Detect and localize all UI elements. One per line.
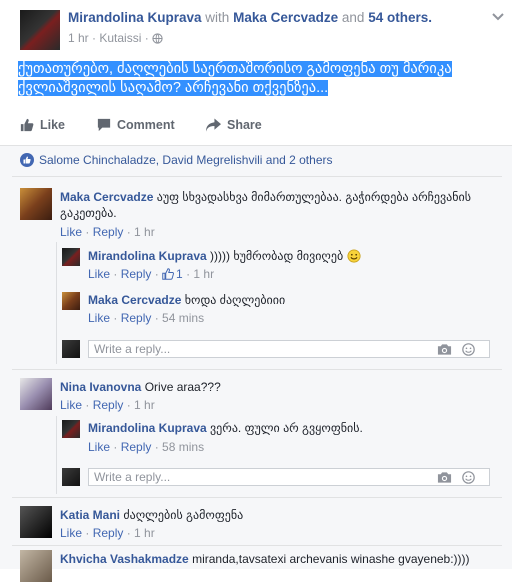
commenter-name[interactable]: Maka Cercvadze	[60, 190, 153, 204]
like-link[interactable]: Like	[60, 225, 82, 239]
comment-icon	[97, 118, 111, 132]
replier-name[interactable]: Mirandolina Kuprava	[88, 421, 207, 435]
divider	[12, 497, 502, 498]
share-arrow-icon	[206, 118, 221, 132]
like-link[interactable]: Like	[60, 526, 82, 540]
reply-input[interactable]: Write a reply...	[88, 468, 490, 486]
with-text: with	[205, 10, 230, 25]
reply-link[interactable]: Reply	[121, 267, 152, 281]
post-header: Mirandolina Kuprava with Maka Cercvadze …	[68, 10, 432, 25]
post-location[interactable]: Kutaissi	[99, 31, 141, 45]
comment: Khvicha Vashakmadze miranda,tavsatexi ar…	[60, 551, 508, 567]
my-avatar	[62, 340, 80, 358]
divider	[12, 545, 502, 546]
reply: Maka Cercvadze ხოდა ძაღლებიიი	[88, 292, 498, 308]
reaction-count[interactable]: 1	[162, 267, 183, 281]
replier-name[interactable]: Mirandolina Kuprava	[88, 249, 207, 263]
commenter-avatar[interactable]	[20, 188, 52, 220]
reply-avatar[interactable]	[62, 420, 80, 438]
comment-time[interactable]: 1 hr	[134, 398, 155, 412]
reply-text: ))))) ხუმრობად მივიღებ	[210, 249, 344, 263]
comment-time[interactable]: 1 hr	[134, 526, 155, 540]
smile-emoji-icon	[346, 249, 361, 267]
divider	[12, 176, 502, 177]
camera-icon[interactable]	[437, 471, 452, 484]
commenter-name[interactable]: Nina Ivanovna	[60, 380, 141, 394]
comment-meta: Like · Reply · 1 hr	[60, 225, 155, 239]
commenter-avatar[interactable]	[20, 550, 52, 582]
reply-meta: Like · Reply · 58 mins	[88, 440, 205, 454]
author-avatar[interactable]	[20, 10, 60, 50]
post-actions: Like Comment Share	[0, 114, 512, 138]
reply: Mirandolina Kuprava ))))) ხუმრობად მივიღ…	[88, 248, 498, 267]
comment-meta: Like · Reply · 1 hr	[60, 398, 155, 412]
like-button[interactable]: Like	[20, 114, 65, 136]
comment-text: Orive araa???	[144, 380, 221, 394]
reply-thread-line	[56, 242, 57, 364]
commenter-name[interactable]: Katia Mani	[60, 508, 120, 522]
reply-link[interactable]: Reply	[121, 440, 152, 454]
reply-avatar[interactable]	[62, 292, 80, 310]
reply-thread-line	[56, 416, 57, 494]
chevron-down-icon[interactable]	[490, 8, 506, 24]
comment-text: miranda,tavsatexi archevanis winashe gva…	[192, 552, 470, 566]
likes-summary[interactable]: Salome Chinchaladze, David Megrelishvili…	[20, 153, 332, 167]
my-avatar	[62, 468, 80, 486]
reply-avatar[interactable]	[62, 248, 80, 266]
comment-time[interactable]: 1 hr	[134, 225, 155, 239]
author-name-link[interactable]: Mirandolina Kuprava	[68, 10, 202, 25]
divider	[12, 369, 502, 370]
reply-link[interactable]: Reply	[93, 225, 124, 239]
comment: Katia Mani ძაღლების გამოფენა	[60, 507, 500, 523]
comments-section: Salome Chinchaladze, David Megrelishvili…	[0, 145, 512, 582]
reply-link[interactable]: Reply	[121, 311, 152, 325]
comment-meta: Like · Reply · 1 hr	[60, 526, 155, 540]
post-text: ქუთათურებო, ძაღლების საერთაშორისო გამოფე…	[18, 61, 452, 96]
thumbs-up-icon	[20, 118, 34, 132]
comment-button[interactable]: Comment	[97, 114, 175, 136]
reply-meta: Like · Reply · 1 · 1 hr	[88, 267, 215, 281]
share-button[interactable]: Share	[206, 114, 262, 136]
others-link[interactable]: 54 others.	[368, 10, 432, 25]
commenter-avatar[interactable]	[20, 506, 52, 538]
tagged-name-link[interactable]: Maka Cercvadze	[233, 10, 338, 25]
reply-time[interactable]: 54 mins	[162, 311, 204, 325]
reply: Mirandolina Kuprava ვერა. ფული არ გვყოფნ…	[88, 420, 498, 436]
and-text: and	[341, 10, 365, 25]
emoji-icon[interactable]	[462, 343, 475, 356]
reply-text: ხოდა ძაღლებიიი	[184, 293, 286, 307]
like-link[interactable]: Like	[60, 398, 82, 412]
commenter-avatar[interactable]	[20, 378, 52, 410]
reply-link[interactable]: Reply	[93, 398, 124, 412]
reply-text: ვერა. ფული არ გვყოფნის.	[210, 421, 363, 435]
reply-time[interactable]: 1 hr	[193, 267, 214, 281]
camera-icon[interactable]	[437, 343, 452, 356]
reply-input[interactable]: Write a reply...	[88, 340, 490, 358]
emoji-icon[interactable]	[462, 471, 475, 484]
post-time[interactable]: 1 hr	[68, 31, 89, 45]
commenter-name[interactable]: Khvicha Vashakmadze	[60, 552, 189, 566]
like-link[interactable]: Like	[88, 311, 110, 325]
like-link[interactable]: Like	[88, 267, 110, 281]
globe-icon	[152, 33, 163, 47]
comment: Nina Ivanovna Orive araa???	[60, 379, 500, 395]
like-icon	[20, 153, 34, 167]
replier-name[interactable]: Maka Cercvadze	[88, 293, 181, 307]
post-meta: 1 hr · Kutaissi ·	[68, 31, 163, 47]
thumbs-up-icon	[162, 268, 174, 280]
post-card: Mirandolina Kuprava with Maka Cercvadze …	[0, 0, 512, 145]
like-link[interactable]: Like	[88, 440, 110, 454]
comment: Maka Cercvadze აუფ სხვადასხვა მიმართულებ…	[60, 189, 500, 221]
reply-time[interactable]: 58 mins	[162, 440, 204, 454]
reply-meta: Like · Reply · 54 mins	[88, 311, 205, 325]
reply-link[interactable]: Reply	[93, 526, 124, 540]
comment-text: ძაღლების გამოფენა	[123, 508, 244, 522]
